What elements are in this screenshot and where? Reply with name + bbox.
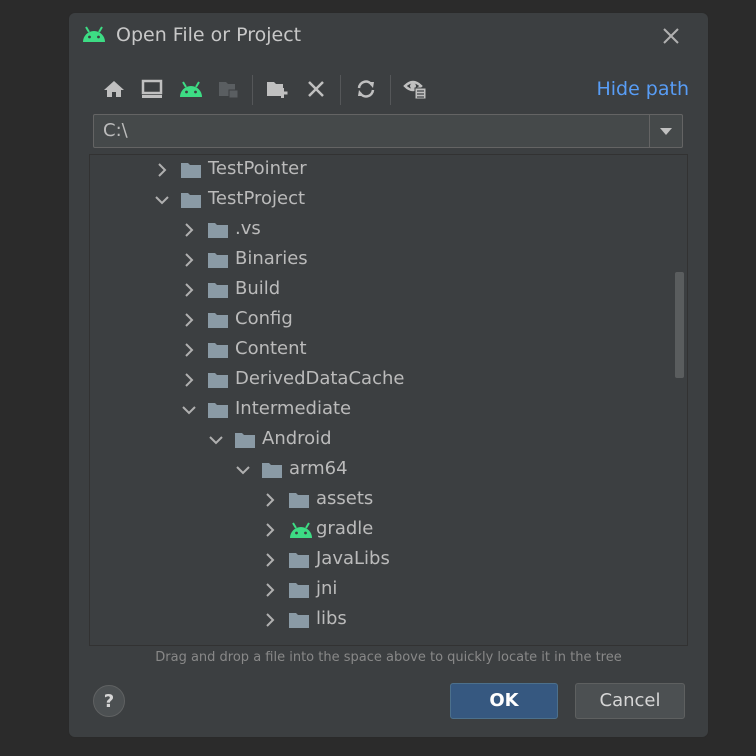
folder-icon <box>288 581 310 603</box>
tree-scrollbar[interactable] <box>675 272 684 378</box>
tree-row-label: TestProject <box>208 188 306 209</box>
chevron-right-icon[interactable] <box>262 552 278 568</box>
chevron-down-icon[interactable] <box>235 462 251 478</box>
tree-row[interactable]: TestPointer <box>90 155 687 185</box>
tree-row[interactable]: gradle <box>90 515 687 545</box>
toolbar: Hide path <box>99 75 689 107</box>
desktop-icon[interactable] <box>137 75 167 103</box>
chevron-right-icon[interactable] <box>262 582 278 598</box>
folder-icon <box>207 311 229 333</box>
chevron-right-icon[interactable] <box>181 312 197 328</box>
tree-row-label: Intermediate <box>235 398 352 419</box>
tree-row[interactable]: Binaries <box>90 245 687 275</box>
toolbar-separator <box>340 75 341 105</box>
toolbar-separator <box>390 75 391 105</box>
tree-row-label: arm64 <box>289 458 348 479</box>
folder-icon <box>207 371 229 393</box>
home-icon[interactable] <box>99 75 129 103</box>
tree-row-label: DerivedDataCache <box>235 368 405 389</box>
folder-icon <box>207 341 229 363</box>
tree-row-label: Build <box>235 278 281 299</box>
folder-icon <box>288 551 310 573</box>
tree-row-label: jni <box>316 578 338 599</box>
tree-row[interactable]: JavaLibs <box>90 545 687 575</box>
chevron-right-icon[interactable] <box>154 162 170 178</box>
path-field[interactable]: C:\ <box>93 114 683 148</box>
tree-row[interactable]: Config <box>90 305 687 335</box>
tree-row-label: Android <box>262 428 332 449</box>
close-icon[interactable] <box>658 23 684 49</box>
folder-icon <box>207 251 229 273</box>
chevron-right-icon[interactable] <box>181 252 197 268</box>
chevron-right-icon[interactable] <box>181 222 197 238</box>
tree-row-label: JavaLibs <box>316 548 390 569</box>
chevron-down-icon[interactable] <box>181 402 197 418</box>
folder-icon <box>180 191 202 213</box>
toolbar-separator <box>252 75 253 105</box>
show-hidden-icon[interactable] <box>401 75 431 103</box>
folder-icon <box>261 461 283 483</box>
android-icon <box>288 521 314 543</box>
cancel-button[interactable]: Cancel <box>575 683 685 719</box>
tree-row-label: gradle <box>316 518 374 539</box>
title-bar: Open File or Project <box>69 13 708 57</box>
tree-row-label: Config <box>235 308 293 329</box>
chevron-right-icon[interactable] <box>262 612 278 628</box>
new-folder-icon[interactable] <box>263 75 293 103</box>
chevron-down-icon[interactable] <box>649 115 682 147</box>
help-button[interactable]: ? <box>93 685 125 717</box>
folder-icon <box>207 281 229 303</box>
tree-row[interactable]: jni <box>90 575 687 605</box>
hide-path-link[interactable]: Hide path <box>596 78 689 100</box>
file-tree[interactable]: libs jni JavaLibs gradle assets arm64 Android I… <box>89 154 688 646</box>
tree-row[interactable]: Content <box>90 335 687 365</box>
tree-row[interactable]: arm64 <box>90 455 687 485</box>
tree-row-label: .vs <box>235 218 261 239</box>
open-file-dialog: Open File or Project Hide path C:\ libs … <box>69 13 708 737</box>
tree-row[interactable]: TestProject <box>90 185 687 215</box>
android-icon <box>81 25 107 47</box>
folder-icon <box>180 161 202 183</box>
tree-row-label: Binaries <box>235 248 308 269</box>
tree-row-label: Content <box>235 338 307 359</box>
refresh-icon[interactable] <box>351 75 381 103</box>
chevron-right-icon[interactable] <box>181 282 197 298</box>
chevron-right-icon[interactable] <box>181 342 197 358</box>
tree-row[interactable]: Build <box>90 275 687 305</box>
chevron-right-icon[interactable] <box>262 522 278 538</box>
drag-drop-hint: Drag and drop a file into the space abov… <box>155 650 622 665</box>
path-input[interactable]: C:\ <box>103 120 128 141</box>
project-folder-icon[interactable] <box>214 75 244 103</box>
tree-row[interactable]: libs <box>90 605 687 635</box>
tree-row[interactable]: Intermediate <box>90 395 687 425</box>
folder-icon <box>207 221 229 243</box>
delete-icon[interactable] <box>301 75 331 103</box>
tree-row[interactable]: assets <box>90 485 687 515</box>
chevron-right-icon[interactable] <box>181 372 197 388</box>
folder-icon <box>288 491 310 513</box>
chevron-down-icon[interactable] <box>154 192 170 208</box>
chevron-right-icon[interactable] <box>262 492 278 508</box>
folder-icon <box>288 611 310 633</box>
dialog-title: Open File or Project <box>116 24 302 46</box>
tree-row[interactable]: .vs <box>90 215 687 245</box>
tree-row-label: libs <box>316 608 347 629</box>
tree-row[interactable]: Android <box>90 425 687 455</box>
folder-icon <box>234 431 256 453</box>
chevron-down-icon[interactable] <box>208 432 224 448</box>
android-project-icon[interactable] <box>176 75 206 103</box>
ok-button[interactable]: OK <box>450 683 558 719</box>
tree-row-label: TestPointer <box>208 158 307 179</box>
tree-row[interactable]: DerivedDataCache <box>90 365 687 395</box>
folder-icon <box>207 401 229 423</box>
tree-row-label: assets <box>316 488 374 509</box>
